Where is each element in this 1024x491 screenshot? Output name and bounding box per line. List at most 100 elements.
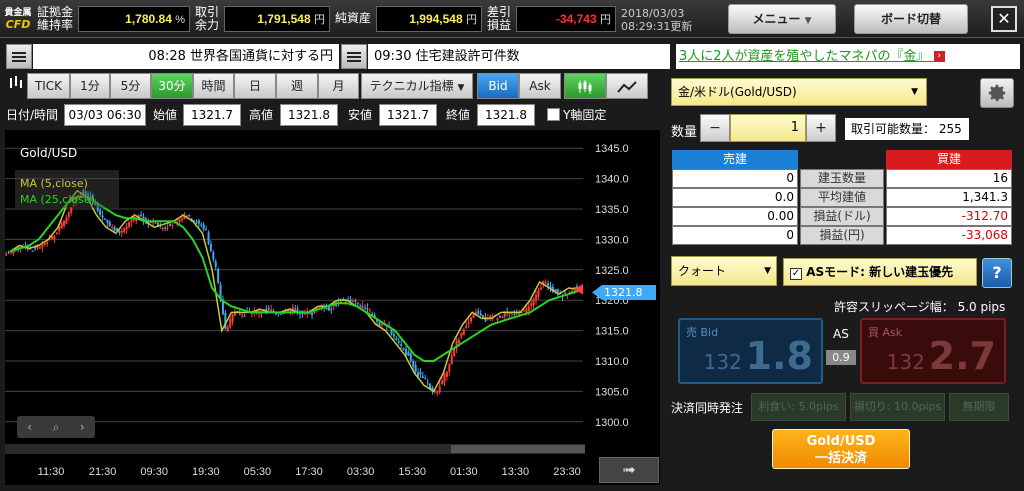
candle-body bbox=[200, 224, 203, 226]
candle-body bbox=[470, 317, 473, 322]
ad-banner[interactable]: 3人に2人が資産を殖やしたマネパの『金』 › bbox=[676, 44, 1020, 69]
tab-month[interactable]: 月 bbox=[318, 73, 359, 99]
candle-body bbox=[294, 308, 297, 310]
tab-5min[interactable]: 5分 bbox=[110, 73, 151, 99]
tab-hour[interactable]: 時間 bbox=[193, 73, 234, 99]
y-tick-label: 1315.0 bbox=[595, 326, 629, 338]
as-mode-toggle[interactable]: ✓ ASモード: 新しい建玉優先 bbox=[783, 258, 977, 286]
candle-body bbox=[123, 228, 126, 233]
y-tick-label: 1330.0 bbox=[595, 234, 629, 246]
x-tick-label: 09:30 bbox=[140, 466, 168, 478]
candle-body bbox=[103, 218, 106, 220]
scroll-right-icon[interactable]: › bbox=[80, 420, 85, 434]
candle-body bbox=[368, 309, 371, 311]
zoom-icon[interactable]: ⌕ bbox=[53, 420, 60, 435]
candle-body bbox=[279, 314, 282, 316]
candle-body bbox=[501, 316, 504, 318]
candle-body bbox=[207, 232, 210, 244]
news-menu-icon-2[interactable] bbox=[341, 44, 367, 69]
quantity-minus-button[interactable]: − bbox=[700, 114, 730, 142]
tab-ask[interactable]: Ask bbox=[519, 73, 561, 99]
news-menu-icon[interactable] bbox=[6, 44, 32, 69]
tab-tick[interactable]: TICK bbox=[27, 73, 70, 99]
sell-bid-button[interactable]: 売 Bid 132 1.8 bbox=[678, 318, 823, 384]
jump-to-latest-button[interactable]: ➟ bbox=[599, 457, 659, 483]
candle-body bbox=[503, 313, 506, 317]
candle-body bbox=[217, 268, 220, 283]
menu-button[interactable]: メニュー ▼ bbox=[728, 4, 836, 34]
tab-1min[interactable]: 1分 bbox=[70, 73, 110, 99]
buy-ask-button[interactable]: 買 Ask 132 2.7 bbox=[860, 318, 1006, 384]
x-tick-label: 01:30 bbox=[450, 466, 478, 478]
quantity-plus-button[interactable]: + bbox=[806, 114, 836, 142]
candle-body bbox=[67, 212, 70, 218]
candle-body bbox=[395, 338, 398, 340]
candle-body bbox=[359, 305, 362, 307]
candle-body bbox=[436, 391, 439, 393]
board-switch-button[interactable]: ボード切替 bbox=[854, 4, 968, 34]
unlimited-button[interactable]: 無期限 bbox=[949, 393, 1009, 421]
tab-30min[interactable]: 30分 bbox=[151, 73, 193, 99]
x-tick-label: 15:30 bbox=[398, 466, 426, 478]
stop-loss-button[interactable]: 損切り: 10.0pips bbox=[850, 393, 945, 421]
help-button[interactable]: ? bbox=[982, 258, 1012, 288]
candle-body bbox=[219, 284, 222, 298]
candlestick-view-button[interactable] bbox=[564, 73, 606, 99]
candle-body bbox=[296, 308, 299, 311]
candle-body bbox=[267, 308, 270, 310]
tab-bid[interactable]: Bid bbox=[477, 73, 519, 99]
available-quantity: 取引可能数量： 255 bbox=[845, 118, 969, 140]
tab-week[interactable]: 週 bbox=[276, 73, 318, 99]
y-tick-label: 1340.0 bbox=[595, 174, 629, 186]
line-view-button[interactable] bbox=[606, 73, 648, 99]
help-icon: ? bbox=[992, 263, 1002, 282]
price-chart[interactable]: 1345.0 1340.0 1335.0 1330.0 1325.0 1320.0 1315… bbox=[5, 130, 660, 485]
candle-body bbox=[161, 227, 164, 229]
instrument-select[interactable]: 金/米ドル(Gold/USD) ▼ bbox=[671, 78, 927, 106]
candle-body bbox=[197, 220, 200, 224]
sell-header: 売建 bbox=[672, 150, 798, 169]
quantity-input[interactable]: 1 bbox=[730, 114, 806, 142]
candle-body bbox=[412, 361, 415, 367]
pl-value: -34,743 円 bbox=[516, 6, 616, 32]
candle-body bbox=[460, 332, 463, 337]
candle-body bbox=[241, 315, 244, 317]
candle-body bbox=[108, 222, 111, 227]
tab-day[interactable]: 日 bbox=[234, 73, 276, 99]
bulk-settle-button[interactable]: Gold/USD 一括決済 bbox=[772, 429, 910, 469]
candle-body bbox=[229, 319, 232, 328]
settings-button[interactable] bbox=[980, 78, 1014, 108]
candle-body bbox=[424, 378, 427, 380]
candle-body bbox=[41, 245, 44, 248]
candle-body bbox=[181, 218, 184, 221]
scrollbar-thumb[interactable] bbox=[451, 445, 585, 453]
candle-body bbox=[535, 295, 538, 301]
candle-body bbox=[55, 232, 58, 235]
margin-ratio-label: 証拠金 維持率 bbox=[36, 5, 73, 32]
low-value: 1321.7 bbox=[379, 104, 437, 126]
settle-order-label: 決済同時発注 bbox=[671, 401, 744, 415]
take-profit-button[interactable]: 利食い: 5.0pips bbox=[751, 393, 846, 421]
candle-body bbox=[482, 315, 485, 318]
candle-body bbox=[477, 310, 480, 314]
y-axis-fix-checkbox[interactable] bbox=[547, 108, 560, 121]
chart-scrollbar[interactable] bbox=[5, 444, 585, 454]
candle-body bbox=[308, 313, 311, 315]
dropdown-arrow-icon: ▼ bbox=[764, 266, 771, 276]
sell-pl-usd: 0.00 bbox=[672, 207, 798, 226]
candle-body bbox=[63, 220, 66, 227]
close-button[interactable]: ✕ bbox=[991, 6, 1017, 32]
candle-body bbox=[195, 221, 198, 223]
logo: 貴金属 CFD bbox=[4, 8, 32, 31]
candle-body bbox=[419, 371, 422, 375]
candle-body bbox=[120, 230, 123, 233]
scroll-left-icon[interactable]: ‹ bbox=[27, 420, 32, 434]
candle-body bbox=[130, 219, 133, 223]
news-item-1[interactable]: 08:28 世界各国通貨に対する円 bbox=[33, 44, 339, 69]
news-item-2[interactable]: 09:30 住宅建設許可件数 bbox=[368, 44, 670, 69]
technical-indicator-dropdown[interactable]: テクニカル指標 ▼ bbox=[361, 73, 473, 99]
y-tick-label: 1310.0 bbox=[595, 356, 629, 368]
chart-type-icon[interactable] bbox=[5, 73, 27, 99]
order-type-select[interactable]: クォート ▼ bbox=[671, 256, 777, 286]
close-value: 1321.8 bbox=[477, 104, 535, 126]
